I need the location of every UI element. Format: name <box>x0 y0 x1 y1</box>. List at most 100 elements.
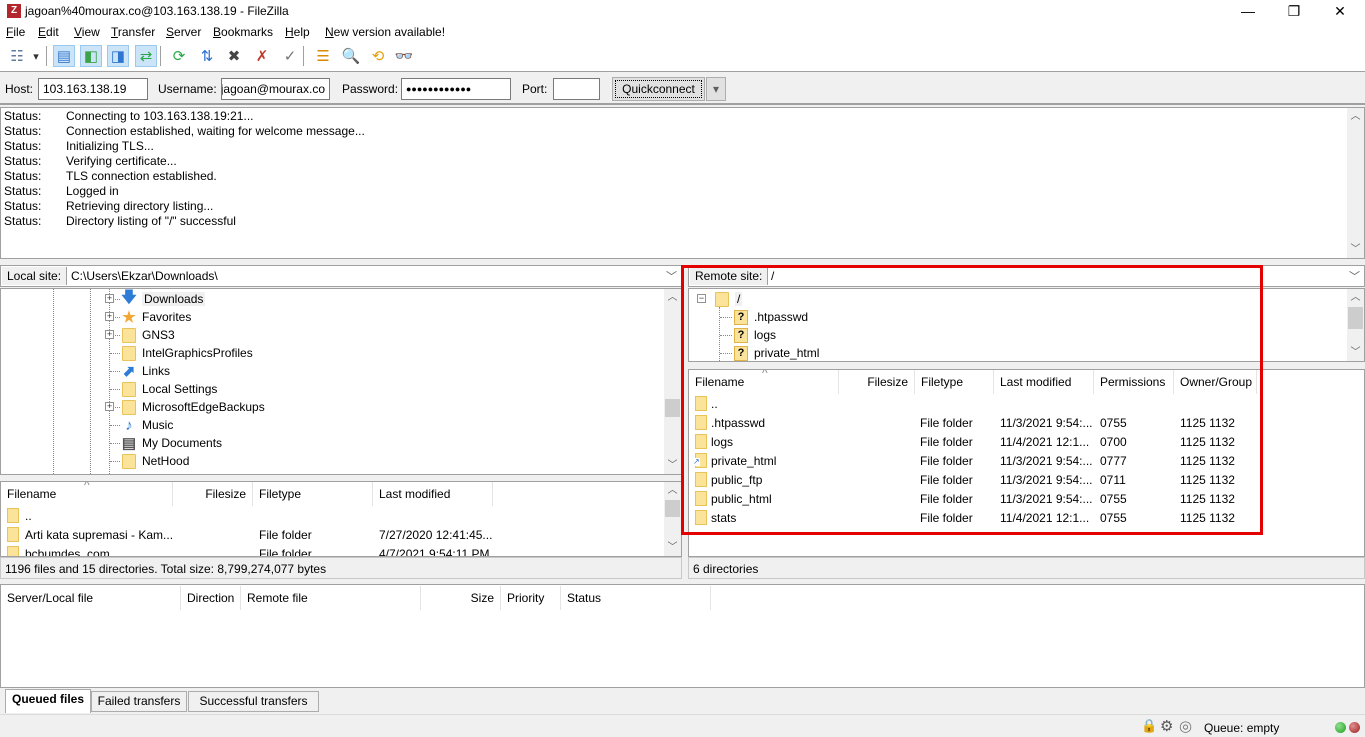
remote-tree-item[interactable]: ? private_html <box>733 344 819 361</box>
local-file-row[interactable]: bcbumdes .com File folder 4/7/2021 9:54:11… <box>1 545 681 556</box>
expand-icon[interactable]: + <box>105 402 114 411</box>
menu-new-version-available[interactable]: New version available! <box>325 25 445 39</box>
local-tree-item[interactable]: ★ Favorites <box>121 308 191 326</box>
toggle-local-tree-icon[interactable]: ◧ <box>80 45 102 67</box>
refresh-icon[interactable]: ⟳ <box>168 45 190 67</box>
remote-column-filetype[interactable]: Filetype <box>915 370 994 394</box>
remote-file-row[interactable]: .. <box>689 395 1364 414</box>
local-directory-tree[interactable]: ︿ ﹀ + 🡇 Downloads + ★ Favorites + GNS3 IntelGrap… <box>0 288 682 475</box>
remote-directory-tree[interactable]: ︿ ﹀ − /? .htpasswd? logs? private_html <box>688 288 1365 362</box>
process-queue-icon[interactable]: ⇅ <box>196 45 218 67</box>
close-button[interactable]: ✕ <box>1317 0 1363 22</box>
local-tree-item[interactable]: ⬈ Links <box>121 362 170 380</box>
queue-column-size[interactable]: Size <box>421 586 501 610</box>
quickconnect-button[interactable]: Quickconnect <box>612 77 705 101</box>
transfer-queue[interactable]: Server/Local file Direction Remote file Siz… <box>0 584 1365 688</box>
remote-tree-item[interactable]: ? logs <box>733 326 776 344</box>
local-tree-item[interactable]: IntelGraphicsProfiles <box>121 344 253 362</box>
remote-tree-scrollbar[interactable]: ︿ ﹀ <box>1347 289 1364 361</box>
scroll-down-icon[interactable]: ﹀ <box>1347 241 1364 258</box>
queue-column-remote-file[interactable]: Remote file <box>241 586 421 610</box>
local-tree-scrollbar[interactable]: ︿ ﹀ <box>664 289 681 474</box>
local-path-dropdown-icon[interactable]: ﹀ <box>666 268 677 284</box>
scroll-down-icon[interactable]: ﹀ <box>1347 344 1364 361</box>
collapse-icon[interactable]: − <box>697 294 706 303</box>
local-tree-item[interactable]: 🡇 Downloads <box>121 289 206 308</box>
tab-queued-files[interactable]: Queued files <box>5 689 91 713</box>
scroll-up-icon[interactable]: ︿ <box>664 289 681 306</box>
menu-view[interactable]: View <box>74 25 100 39</box>
remote-column-last-modified[interactable]: Last modified <box>994 370 1094 394</box>
password-input[interactable]: ●●●●●●●●●●●● <box>401 78 511 100</box>
expand-icon[interactable]: + <box>105 312 114 321</box>
menu-help[interactable]: Help <box>285 25 310 39</box>
toggle-transfer-queue-icon[interactable]: ⇄ <box>135 45 157 67</box>
remote-column-filesize[interactable]: Filesize <box>839 370 915 394</box>
expand-icon[interactable]: + <box>105 330 114 339</box>
username-input[interactable]: jagoan@mourax.co <box>221 78 330 100</box>
tab-successful-transfers[interactable]: Successful transfers <box>188 691 319 712</box>
local-tree-item[interactable]: GNS3 <box>121 326 175 344</box>
toggle-message-log-icon[interactable]: ▤ <box>53 45 75 67</box>
local-column-filetype[interactable]: Filetype <box>253 482 373 506</box>
gear-icon[interactable]: ⚙ <box>1160 717 1173 735</box>
scroll-up-icon[interactable]: ︿ <box>664 482 681 499</box>
menu-edit[interactable]: Edit <box>38 25 59 39</box>
speed-limit-icon[interactable]: ◎ <box>1179 717 1192 735</box>
remote-file-row[interactable]: public_html File folder 11/3/2021 9:54:...… <box>689 490 1364 509</box>
site-manager-dropdown-icon[interactable]: ▾ <box>30 45 42 67</box>
local-column-last-modified[interactable]: Last modified <box>373 482 493 506</box>
message-log[interactable]: ︿ ﹀ Status: Connecting to 103.163.138.19:… <box>0 107 1365 259</box>
remote-path-dropdown-icon[interactable]: ﹀ <box>1349 268 1360 284</box>
disconnect-icon[interactable]: ✗ <box>251 45 273 67</box>
remote-column-owner-group[interactable]: Owner/Group <box>1174 370 1257 394</box>
remote-tree-root[interactable]: / <box>714 290 743 308</box>
remote-file-row[interactable]: logs File folder 11/4/2021 12:1... 0700 1125… <box>689 433 1364 452</box>
menu-file[interactable]: File <box>6 25 25 39</box>
local-column-filesize[interactable]: Filesize <box>173 482 253 506</box>
site-manager-icon[interactable]: ☷ <box>6 45 28 67</box>
directory-filters-icon[interactable]: ☰ <box>312 45 334 67</box>
cancel-operation-icon[interactable]: ✖ <box>223 45 245 67</box>
quickconnect-history-dropdown[interactable]: ▾ <box>706 77 726 101</box>
host-input[interactable]: 103.163.138.19 <box>38 78 148 100</box>
port-input[interactable] <box>553 78 600 100</box>
sync-browsing-icon[interactable]: ⟲ <box>367 45 389 67</box>
local-file-row[interactable]: .. <box>1 507 681 526</box>
local-tree-item[interactable]: ♪ Music <box>121 416 173 434</box>
scroll-down-icon[interactable]: ﹀ <box>664 457 681 474</box>
menu-server[interactable]: Server <box>166 25 201 39</box>
log-scrollbar[interactable]: ︿ ﹀ <box>1347 108 1364 258</box>
remote-tree-item[interactable]: ? .htpasswd <box>733 308 808 326</box>
queue-column-server-local-file[interactable]: Server/Local file <box>1 586 181 610</box>
reconnect-icon[interactable]: ✓ <box>279 45 301 67</box>
remote-file-row[interactable]: ↗ private_html File folder 11/3/2021 9:54:.… <box>689 452 1364 471</box>
remote-path-input[interactable]: / <box>771 269 774 283</box>
scroll-up-icon[interactable]: ︿ <box>1347 108 1364 125</box>
lock-icon[interactable]: 🔒 <box>1141 718 1157 734</box>
queue-column-status[interactable]: Status <box>561 586 711 610</box>
tab-failed-transfers[interactable]: Failed transfers <box>91 691 187 712</box>
local-tree-item[interactable]: NetHood <box>121 452 189 470</box>
expand-icon[interactable]: + <box>105 294 114 303</box>
remote-file-row[interactable]: public_ftp File folder 11/3/2021 9:54:... 0… <box>689 471 1364 490</box>
local-file-list[interactable]: ︿ ﹀ Filename Filesize Filetype Last modifie… <box>0 481 682 557</box>
minimize-button[interactable]: — <box>1225 0 1271 22</box>
queue-column-direction[interactable]: Direction <box>181 586 241 610</box>
search-remote-files-icon[interactable]: 👓 <box>393 45 415 67</box>
local-file-row[interactable]: Arti kata supremasi - Kam... File folder 7… <box>1 526 681 545</box>
menu-bookmarks[interactable]: Bookmarks <box>213 25 273 39</box>
remote-file-row[interactable]: stats File folder 11/4/2021 12:1... 0755 112… <box>689 509 1364 528</box>
queue-column-priority[interactable]: Priority <box>501 586 561 610</box>
menu-transfer[interactable]: Transfer <box>111 25 155 39</box>
compare-directories-icon[interactable]: 🔍 <box>340 45 362 67</box>
remote-file-row[interactable]: .htpasswd File folder 11/3/2021 9:54:... 07… <box>689 414 1364 433</box>
local-tree-item[interactable]: ▤ My Documents <box>121 434 222 452</box>
local-path-input[interactable]: C:\Users\Ekzar\Downloads\ <box>71 269 218 283</box>
local-tree-item[interactable]: MicrosoftEdgeBackups <box>121 398 265 416</box>
scroll-thumb[interactable] <box>1348 307 1363 329</box>
remote-file-list[interactable]: Filename Filesize Filetype Last modified Per… <box>688 369 1365 557</box>
scroll-up-icon[interactable]: ︿ <box>1347 289 1364 306</box>
remote-column-permissions[interactable]: Permissions <box>1094 370 1174 394</box>
scroll-thumb[interactable] <box>665 399 680 417</box>
